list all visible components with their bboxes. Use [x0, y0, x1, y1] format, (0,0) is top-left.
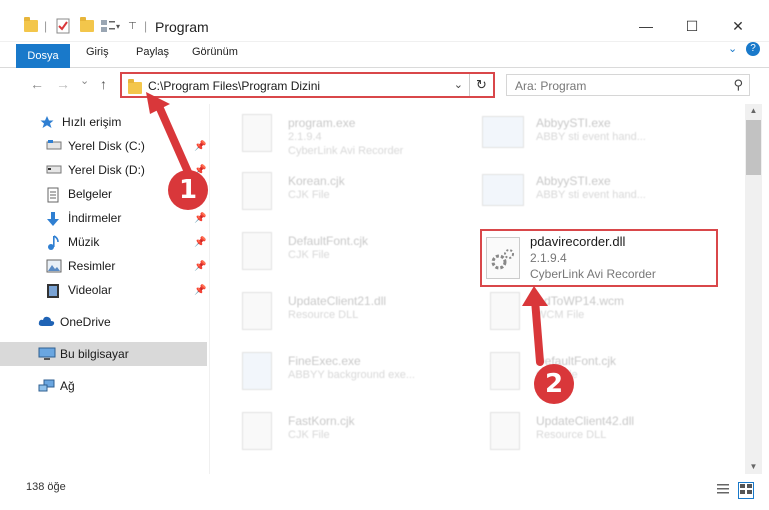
step-1-badge: 1	[168, 170, 208, 210]
step-2-badge: 2	[534, 364, 574, 404]
annotation-arrows	[146, 92, 548, 366]
